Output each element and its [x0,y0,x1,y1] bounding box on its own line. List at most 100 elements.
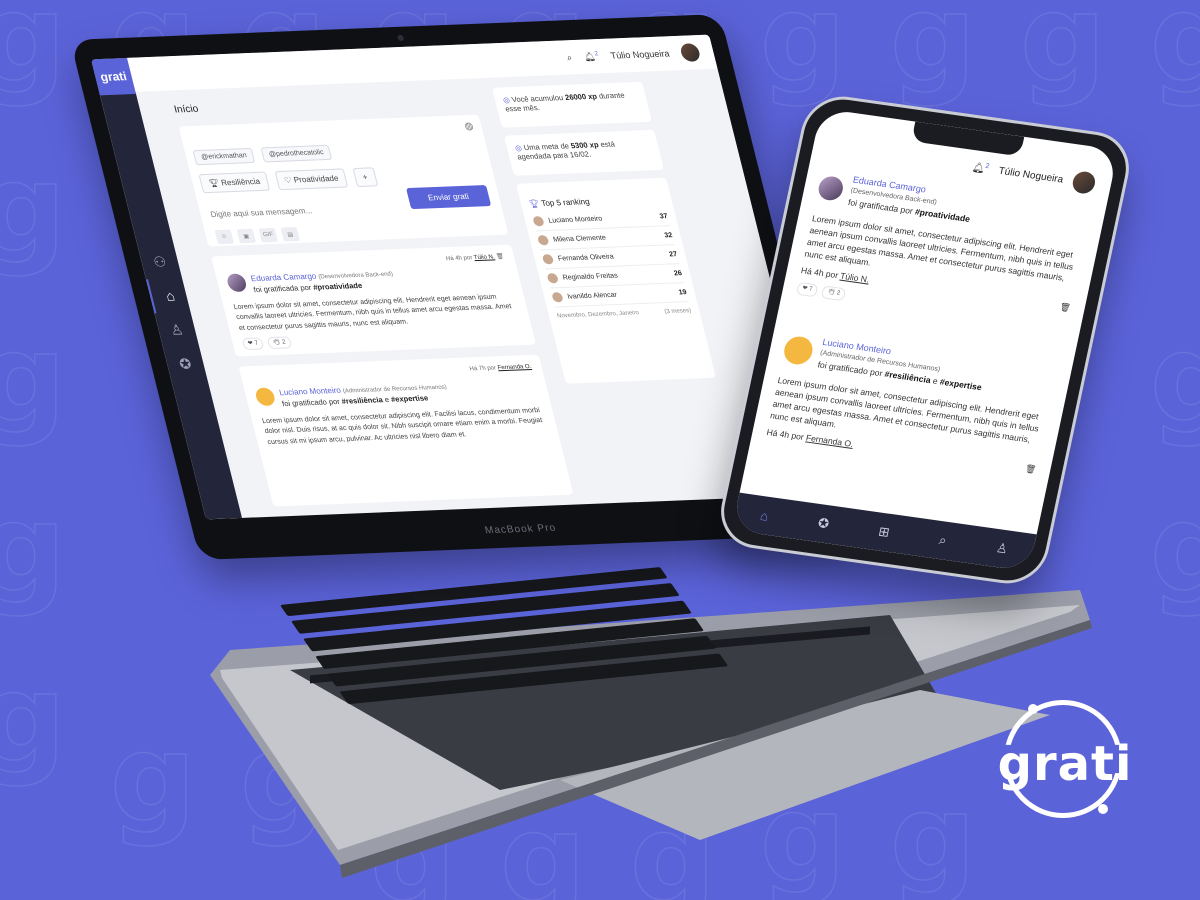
file-icon[interactable]: ▤ [280,226,300,242]
ranking-row[interactable]: Ivanildo Alencar 19 [550,283,689,308]
home-icon[interactable]: ⌂ [146,277,193,314]
reaction-count: 7 [253,340,259,347]
send-grati-button[interactable]: Enviar grati [405,184,492,210]
reaction-count: 2 [281,339,287,346]
search-icon[interactable]: ⌕ [566,52,574,63]
tag-label: Proatividade [292,173,340,185]
recipient-chip[interactable]: @pedrothecatolic [260,144,333,163]
reaction-count: 7 [808,286,813,293]
bell-icon[interactable]: 🔔︎2 [971,161,990,175]
keyboard [280,567,728,705]
post-author-link[interactable]: Fernanda O. [805,432,854,448]
globe-icon[interactable]: ◍ [463,121,474,132]
ranking-score: 26 [673,269,683,277]
bell-icon[interactable]: 🔔︎2 [583,51,601,63]
phone-post: Eduarda Camargo (Desenvolvedora Back-end… [796,169,1092,332]
ranking-name: Milena Clemente [552,234,607,244]
post-user-role: (Administrador de Recursos Humanos) [342,384,448,395]
post-avatar[interactable] [816,174,846,202]
reaction-clap[interactable]: 👏︎ 2 [266,335,293,350]
ranking-score: 32 [663,231,674,239]
post-tag[interactable]: #expertise [390,394,429,404]
profile-icon[interactable]: ♙ [155,312,200,347]
post-author-link[interactable]: Túlio N. [473,254,495,261]
profile-icon[interactable]: ♙ [995,540,1010,557]
post-avatar[interactable] [254,387,277,407]
ranking-months: Novembro, Dezembro, Janeiro [556,310,640,320]
gif-button[interactable]: GIF [258,227,278,243]
grati-logo: grati [990,700,1140,830]
tag-label: Resiliência [220,176,262,188]
notification-badge: 2 [984,162,991,171]
recipient-chip[interactable]: @erickmathan [192,147,256,166]
ranking-name: Reginaldo Freitas [561,272,619,282]
notification-badge: 2 [594,50,599,57]
post-time: Há 7h por [469,365,497,373]
trash-icon[interactable]: 🗑︎ [1059,300,1072,314]
emoji-icon[interactable]: ☺ [214,229,234,245]
post-tag[interactable]: #resiliência [341,395,384,406]
user-name[interactable]: Túlio Nogueira [609,48,670,60]
ranking-avatar [551,292,564,303]
reaction-heart[interactable]: ❤︎ 7 [241,337,265,351]
add-icon[interactable]: ⊞ [877,524,891,541]
ranking-title: Top 5 ranking [540,197,591,208]
ranking-footer: Novembro, Dezembro, Janeiro (3 meses) [557,308,693,319]
tag-join: e [931,375,939,387]
ranking-avatar [532,216,545,227]
ranking-name: Luciano Monteiro [547,215,604,225]
message-input[interactable]: Digite aqui sua mensagem... [210,206,314,219]
ranking-avatar [541,254,555,265]
post-tag[interactable]: #proatividade [312,281,363,292]
reaction-clap[interactable]: 👏︎ 2 [821,285,847,302]
reaction-heart[interactable]: ❤︎ 7 [796,281,819,298]
logo-dot [1028,704,1038,714]
post-body: Lorem ipsum dolor sit amet, consectetur … [261,407,544,446]
feed-post: Há 4h por Túlio N. 🗑︎ Eduarda Camargo (D… [211,244,536,357]
post-user-name[interactable]: Luciano Monteiro [278,386,342,397]
home-icon[interactable]: ⌂ [759,507,770,523]
ranking-name: Fernanda Oliveira [557,253,615,263]
team-icon[interactable]: ⚇ [138,244,183,279]
user-avatar[interactable] [1070,170,1098,195]
post-user-role: (Desenvolvedora Back-end) [317,271,394,281]
phone-post: Luciano Monteiro (Administrador de Recur… [766,331,1058,476]
post-avatar[interactable] [225,273,248,293]
post-time: Há 4h por [765,426,805,442]
post-author-link[interactable]: Túlio N. [839,270,870,284]
post-author-link[interactable]: Fernanda O. [497,364,532,371]
post-meta: Há 7h por Fernanda O. [469,363,533,374]
xp-value: 26000 xp [564,91,598,102]
tag-button-resiliencia[interactable]: 🏆︎ Resiliência [198,171,271,194]
trash-icon[interactable]: 🗑︎ [1024,462,1037,476]
tag-join: e [383,395,391,405]
composer-tools: ☺ ▣ GIF ▤ [214,226,300,245]
goal-card[interactable]: ◎ Uma meta de 5300 xp está agendada para… [504,129,664,176]
post-time: Há 4h por [445,255,474,263]
xp-card[interactable]: ◎ Você acumulou 26000 xp durante esse mê… [492,81,652,128]
post-avatar[interactable] [781,334,816,366]
logo-text: grati [997,736,1133,792]
ranking-range: (3 meses) [663,308,692,316]
award-icon[interactable]: ✪ [163,346,208,381]
trash-icon[interactable]: 🗑︎ [496,254,505,260]
ranking-card: 🏆︎ Top 5 ranking Luciano Monteiro 37 Mile… [516,177,716,384]
logo-dot [1098,804,1108,814]
post-user-name[interactable]: Eduarda Camargo [250,272,318,284]
add-tag-button[interactable]: + [352,167,378,188]
ranking-score: 27 [668,250,678,258]
image-icon[interactable]: ▣ [236,228,256,244]
user-name[interactable]: Túlio Nogueira [998,165,1065,185]
app-display: grati ⚇ ⌂ ♙ ✪ ⌕ 🔔︎2 Túlio Nogueira Iníci… [91,34,824,520]
tag-button-proatividade[interactable]: ♡ Proatividade [274,168,349,191]
tag-prefix: foi gratificada por [252,283,313,295]
camera [397,34,405,41]
ranking-name: Ivanildo Alencar [566,291,618,301]
search-icon[interactable]: ⌕ [938,532,948,549]
award-icon[interactable]: ✪ [816,515,831,532]
ranking-avatar [546,273,559,284]
ranking-score: 19 [677,288,688,296]
feed-post: Há 7h por Fernanda O. Luciano Monteiro (… [238,354,574,507]
user-avatar[interactable] [679,43,702,62]
post-time: Há 4h por [800,264,840,280]
